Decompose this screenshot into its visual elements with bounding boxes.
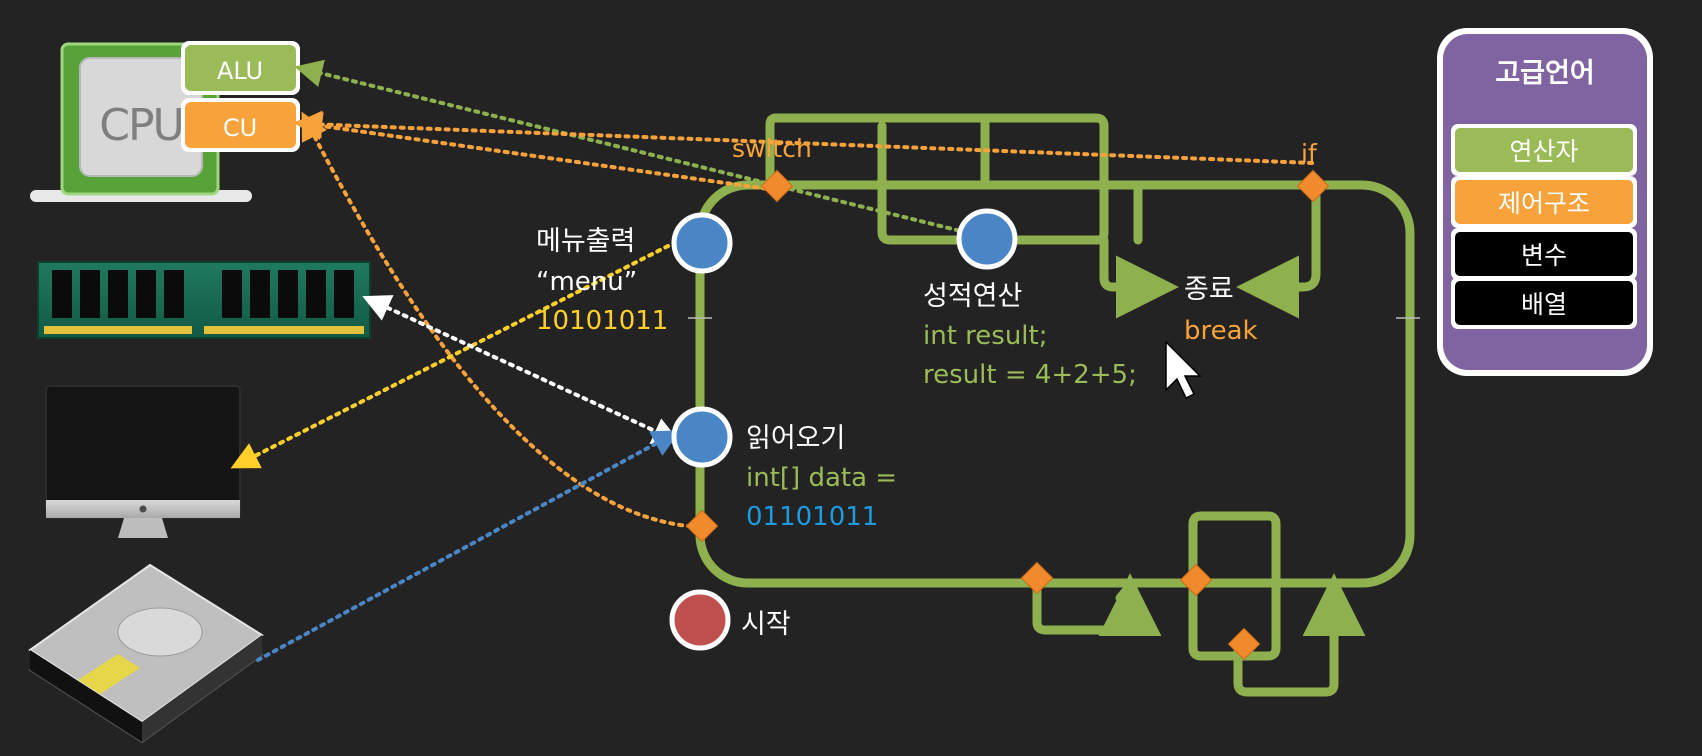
legend-title: 고급언어 bbox=[1495, 58, 1594, 89]
menu-node-title: 메뉴출력 bbox=[536, 226, 635, 257]
start-node bbox=[669, 589, 731, 651]
read-node-decl: int[] data = bbox=[746, 463, 897, 493]
hard-drive-icon bbox=[28, 563, 264, 744]
cpu-label: CPU bbox=[99, 100, 182, 151]
end-node-title: 종료 bbox=[1184, 274, 1234, 305]
menu-node bbox=[671, 212, 733, 274]
read-node-title: 읽어오기 bbox=[746, 423, 845, 454]
cu-box: CU bbox=[181, 98, 300, 152]
calc-node-title: 성적연산 bbox=[923, 281, 1022, 312]
start-node-title: 시작 bbox=[741, 609, 791, 640]
menu-node-string: “menu” bbox=[536, 267, 637, 297]
read-node-binary: 01101011 bbox=[746, 502, 878, 532]
end-node-break: break bbox=[1184, 316, 1258, 346]
switch-to-cu-arrow bbox=[294, 112, 777, 192]
legend-item-array: 배열 bbox=[1521, 290, 1567, 319]
read-node bbox=[671, 406, 733, 468]
alu-label: ALU bbox=[217, 57, 263, 85]
menu-node-binary: 10101011 bbox=[536, 306, 668, 336]
legend-panel: 고급언어 연산자 제어구조 변수 배열 bbox=[1437, 28, 1653, 376]
legend-item-control: 제어구조 bbox=[1498, 189, 1590, 218]
legend-item-variable: 변수 bbox=[1521, 241, 1567, 270]
cu-label: CU bbox=[223, 114, 257, 142]
calc-node-expr: result = 4+2+5; bbox=[923, 360, 1137, 390]
mouse-cursor-icon bbox=[1165, 340, 1202, 400]
diagram-canvas: CPU ALU CU switch if 메뉴출력 “menu” 1010101… bbox=[28, 28, 1653, 744]
ram-module-icon bbox=[37, 261, 371, 339]
main-loop bbox=[695, 113, 1415, 697]
legend-item-operator: 연산자 bbox=[1509, 137, 1578, 166]
if-label: if bbox=[1301, 139, 1318, 168]
switch-label: switch bbox=[732, 134, 812, 163]
alu-box: ALU bbox=[181, 41, 300, 95]
monitor-icon bbox=[45, 385, 241, 538]
calc-node bbox=[956, 208, 1018, 270]
hdd-to-read-arrow bbox=[256, 430, 681, 662]
calc-node-decl: int result; bbox=[923, 321, 1047, 351]
